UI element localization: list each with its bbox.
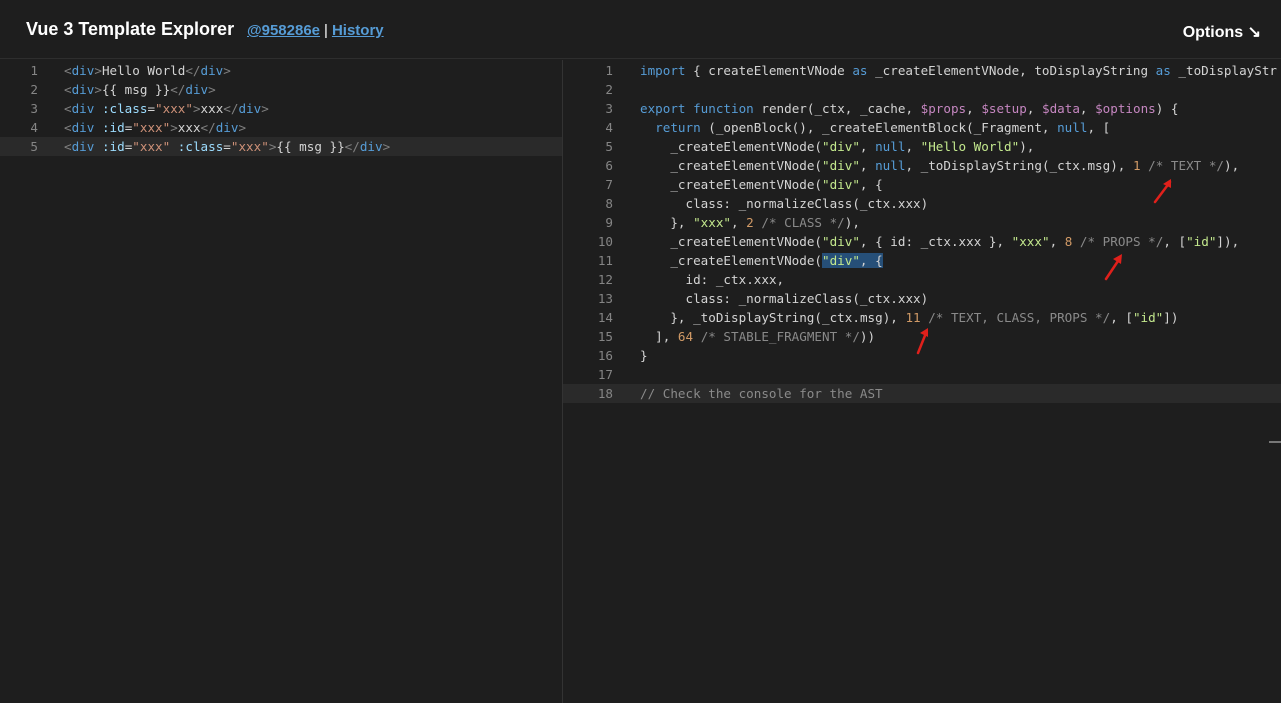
code-text: class: _normalizeClass(_ctx.xxx) bbox=[685, 291, 929, 306]
code-text: } bbox=[640, 348, 648, 363]
line-number: 3 bbox=[605, 101, 613, 116]
annotation-arrow-icon bbox=[916, 328, 928, 355]
line-number: 11 bbox=[597, 253, 613, 268]
code-line: 18 // Check the console for the AST bbox=[563, 384, 1281, 403]
line-number: 6 bbox=[605, 158, 613, 173]
annotation-arrow-icon bbox=[1104, 254, 1122, 281]
line-number: 5 bbox=[605, 139, 613, 154]
code-text: _createElementVNode("div", { bbox=[670, 253, 883, 268]
line-number: 14 bbox=[597, 310, 613, 325]
code-text: <div>Hello World</div> bbox=[64, 63, 231, 78]
code-text: <div :id="xxx" :class="xxx">{{ msg }}</d… bbox=[64, 139, 391, 154]
header-links: @958286e | History bbox=[247, 22, 384, 39]
code-line: 14 }, _toDisplayString(_ctx.msg), 11 /* … bbox=[563, 308, 1281, 327]
code-text: }, "xxx", 2 /* CLASS */), bbox=[640, 215, 860, 230]
code-line: 3 <div :class="xxx">xxx</div> bbox=[0, 99, 562, 118]
annotation-arrow-icon bbox=[1153, 179, 1172, 204]
link-separator: | bbox=[324, 22, 328, 39]
code-line: 4 return (_openBlock(), _createElementBl… bbox=[563, 118, 1281, 137]
code-text: ], 64 /* STABLE_FRAGMENT */)) bbox=[640, 329, 876, 344]
template-editor[interactable]: 1 <div>Hello World</div> 2 <div>{{ msg }}<… bbox=[0, 60, 562, 703]
line-number: 3 bbox=[30, 101, 38, 116]
code-line: 9 }, "xxx", 2 /* CLASS */), bbox=[563, 213, 1281, 232]
code-text: export function render(_ctx, _cache, $pr… bbox=[640, 101, 1179, 116]
line-number: 12 bbox=[597, 272, 613, 287]
line-number: 13 bbox=[597, 291, 613, 306]
line-number: 5 bbox=[30, 139, 38, 154]
code-line: 1 <div>Hello World</div> bbox=[0, 61, 562, 80]
code-line: 4 <div :id="xxx">xxx</div> bbox=[0, 118, 562, 137]
code-text: class: _normalizeClass(_ctx.xxx) bbox=[685, 196, 929, 211]
line-number: 18 bbox=[597, 386, 613, 401]
code-line: 13 class: _normalizeClass(_ctx.xxx) bbox=[563, 289, 1281, 308]
code-line-current: 5 <div :id="xxx" :class="xxx">{{ msg }}</… bbox=[0, 137, 562, 156]
code-text: _createElementVNode("div", { bbox=[670, 177, 883, 192]
line-number: 15 bbox=[597, 329, 613, 344]
line-number: 9 bbox=[605, 215, 613, 230]
code-line: 6 _createElementVNode("div", null, _toDi… bbox=[563, 156, 1281, 175]
code-text: // Check the console for the AST bbox=[640, 386, 883, 401]
top-bar: Vue 3 Template Explorer @958286e | History… bbox=[0, 0, 1281, 59]
line-number: 4 bbox=[605, 120, 613, 135]
line-number: 4 bbox=[30, 120, 38, 135]
code-text: <div>{{ msg }}</div> bbox=[64, 82, 216, 97]
code-text: _createElementVNode("div", { id: _ctx.xx… bbox=[670, 234, 1240, 249]
code-text: import { createElementVNode as _createEl… bbox=[640, 63, 1277, 78]
options-button[interactable]: Options ↘ bbox=[1183, 22, 1261, 42]
code-line: 11 _createElementVNode("div", { bbox=[563, 251, 1281, 270]
line-number: 2 bbox=[30, 82, 38, 97]
line-number: 1 bbox=[30, 63, 38, 78]
code-text: }, _toDisplayString(_ctx.msg), 11 /* TEX… bbox=[640, 310, 1179, 325]
code-text: id: _ctx.xxx, bbox=[685, 272, 785, 287]
code-line: 17 bbox=[563, 365, 1281, 384]
code-text: _createElementVNode("div", null, "Hello … bbox=[670, 139, 1035, 154]
code-text: _createElementVNode("div", null, _toDisp… bbox=[670, 158, 1240, 173]
template-code: 1 <div>Hello World</div> 2 <div>{{ msg }}<… bbox=[0, 61, 562, 156]
line-number: 10 bbox=[597, 234, 613, 249]
commit-link[interactable]: @958286e bbox=[247, 22, 320, 39]
code-text: <div :class="xxx">xxx</div> bbox=[64, 101, 269, 116]
line-number: 2 bbox=[605, 82, 613, 97]
code-line: 10 _createElementVNode("div", { id: _ctx… bbox=[563, 232, 1281, 251]
code-line: 12 id: _ctx.xxx, bbox=[563, 270, 1281, 289]
app-title: Vue 3 Template Explorer bbox=[26, 19, 235, 39]
line-number: 16 bbox=[597, 348, 613, 363]
code-text: <div :id="xxx">xxx</div> bbox=[64, 120, 247, 135]
code-line: 3 export function render(_ctx, _cache, $p… bbox=[563, 99, 1281, 118]
scroll-indicator bbox=[1269, 441, 1281, 443]
code-line: 2 <div>{{ msg }}</div> bbox=[0, 80, 562, 99]
line-number: 7 bbox=[605, 177, 613, 192]
code-line: 2 bbox=[563, 80, 1281, 99]
line-number: 17 bbox=[597, 367, 613, 382]
history-link[interactable]: History bbox=[332, 22, 384, 39]
line-number: 8 bbox=[605, 196, 613, 211]
output-editor[interactable]: 1 import { createElementVNode as _createE… bbox=[563, 60, 1281, 703]
code-text: return (_openBlock(), _createElementBloc… bbox=[655, 120, 1111, 135]
code-line: 1 import { createElementVNode as _createE… bbox=[563, 61, 1281, 80]
code-line: 5 _createElementVNode("div", null, "Hell… bbox=[563, 137, 1281, 156]
line-number: 1 bbox=[605, 63, 613, 78]
